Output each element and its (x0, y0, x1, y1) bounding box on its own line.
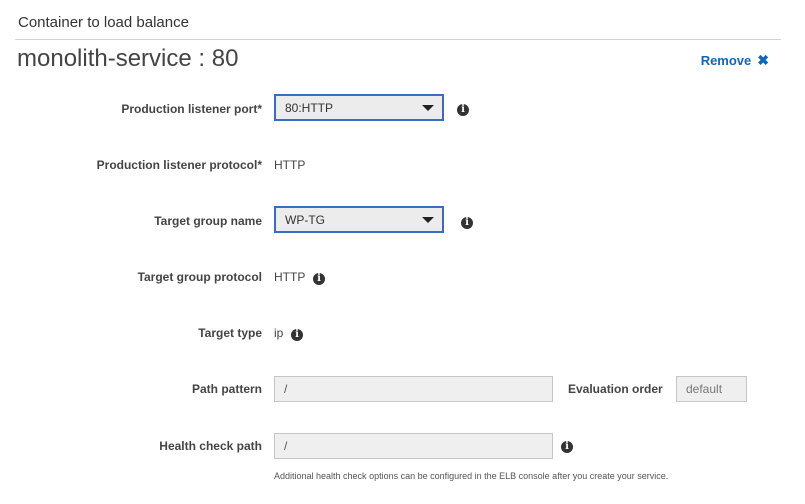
path-pattern-row: Path pattern / Evaluation order default (0, 374, 805, 404)
production-listener-port-value: 80:HTTP (285, 101, 334, 115)
info-icon[interactable]: i (457, 104, 469, 116)
service-heading: monolith-service : 80 (17, 45, 239, 72)
info-icon[interactable]: i (561, 441, 573, 453)
section-divider (15, 39, 781, 40)
health-check-help-text: Additional health check options can be c… (274, 471, 669, 481)
production-listener-port-row: Production listener port* 80:HTTP i (0, 94, 805, 124)
health-check-path-label: Health check path (159, 439, 262, 453)
production-listener-protocol-row: Production listener protocol* HTTP (0, 150, 805, 180)
target-group-name-value: WP-TG (285, 213, 325, 227)
target-type-row: Target type ip i (0, 318, 805, 348)
section-title: Container to load balance (18, 14, 189, 31)
path-pattern-label: Path pattern (191, 382, 262, 396)
target-type-label: Target type (198, 326, 262, 340)
production-listener-port-label: Production listener port* (121, 102, 262, 116)
target-group-protocol-label: Target group protocol (137, 270, 262, 284)
close-icon: ✖ (757, 52, 769, 68)
target-type-value: ip (274, 326, 284, 340)
info-icon[interactable]: i (313, 273, 325, 285)
path-pattern-input[interactable]: / (274, 376, 553, 402)
remove-label: Remove (700, 53, 752, 68)
info-icon[interactable]: i (291, 329, 303, 341)
production-listener-port-select[interactable]: 80:HTTP (274, 94, 444, 121)
chevron-down-icon (422, 105, 434, 111)
evaluation-order-input[interactable]: default (676, 376, 747, 402)
load-balancer-container-panel: Container to load balance monolith-servi… (0, 0, 805, 504)
health-check-path-input[interactable]: / (274, 433, 553, 459)
production-listener-protocol-value: HTTP (274, 158, 306, 172)
target-group-protocol-row: Target group protocol HTTP i (0, 262, 805, 292)
health-check-path-row: Health check path / i (0, 431, 805, 461)
target-group-name-select[interactable]: WP-TG (274, 206, 444, 233)
info-icon[interactable]: i (461, 217, 473, 229)
remove-button[interactable]: Remove ✖ (701, 52, 769, 69)
target-group-protocol-value: HTTP (274, 270, 306, 284)
target-group-name-label: Target group name (154, 214, 262, 228)
production-listener-protocol-label: Production listener protocol* (96, 158, 262, 172)
chevron-down-icon (422, 217, 434, 223)
target-group-name-row: Target group name WP-TG i (0, 206, 805, 236)
evaluation-order-label: Evaluation order (568, 382, 663, 396)
